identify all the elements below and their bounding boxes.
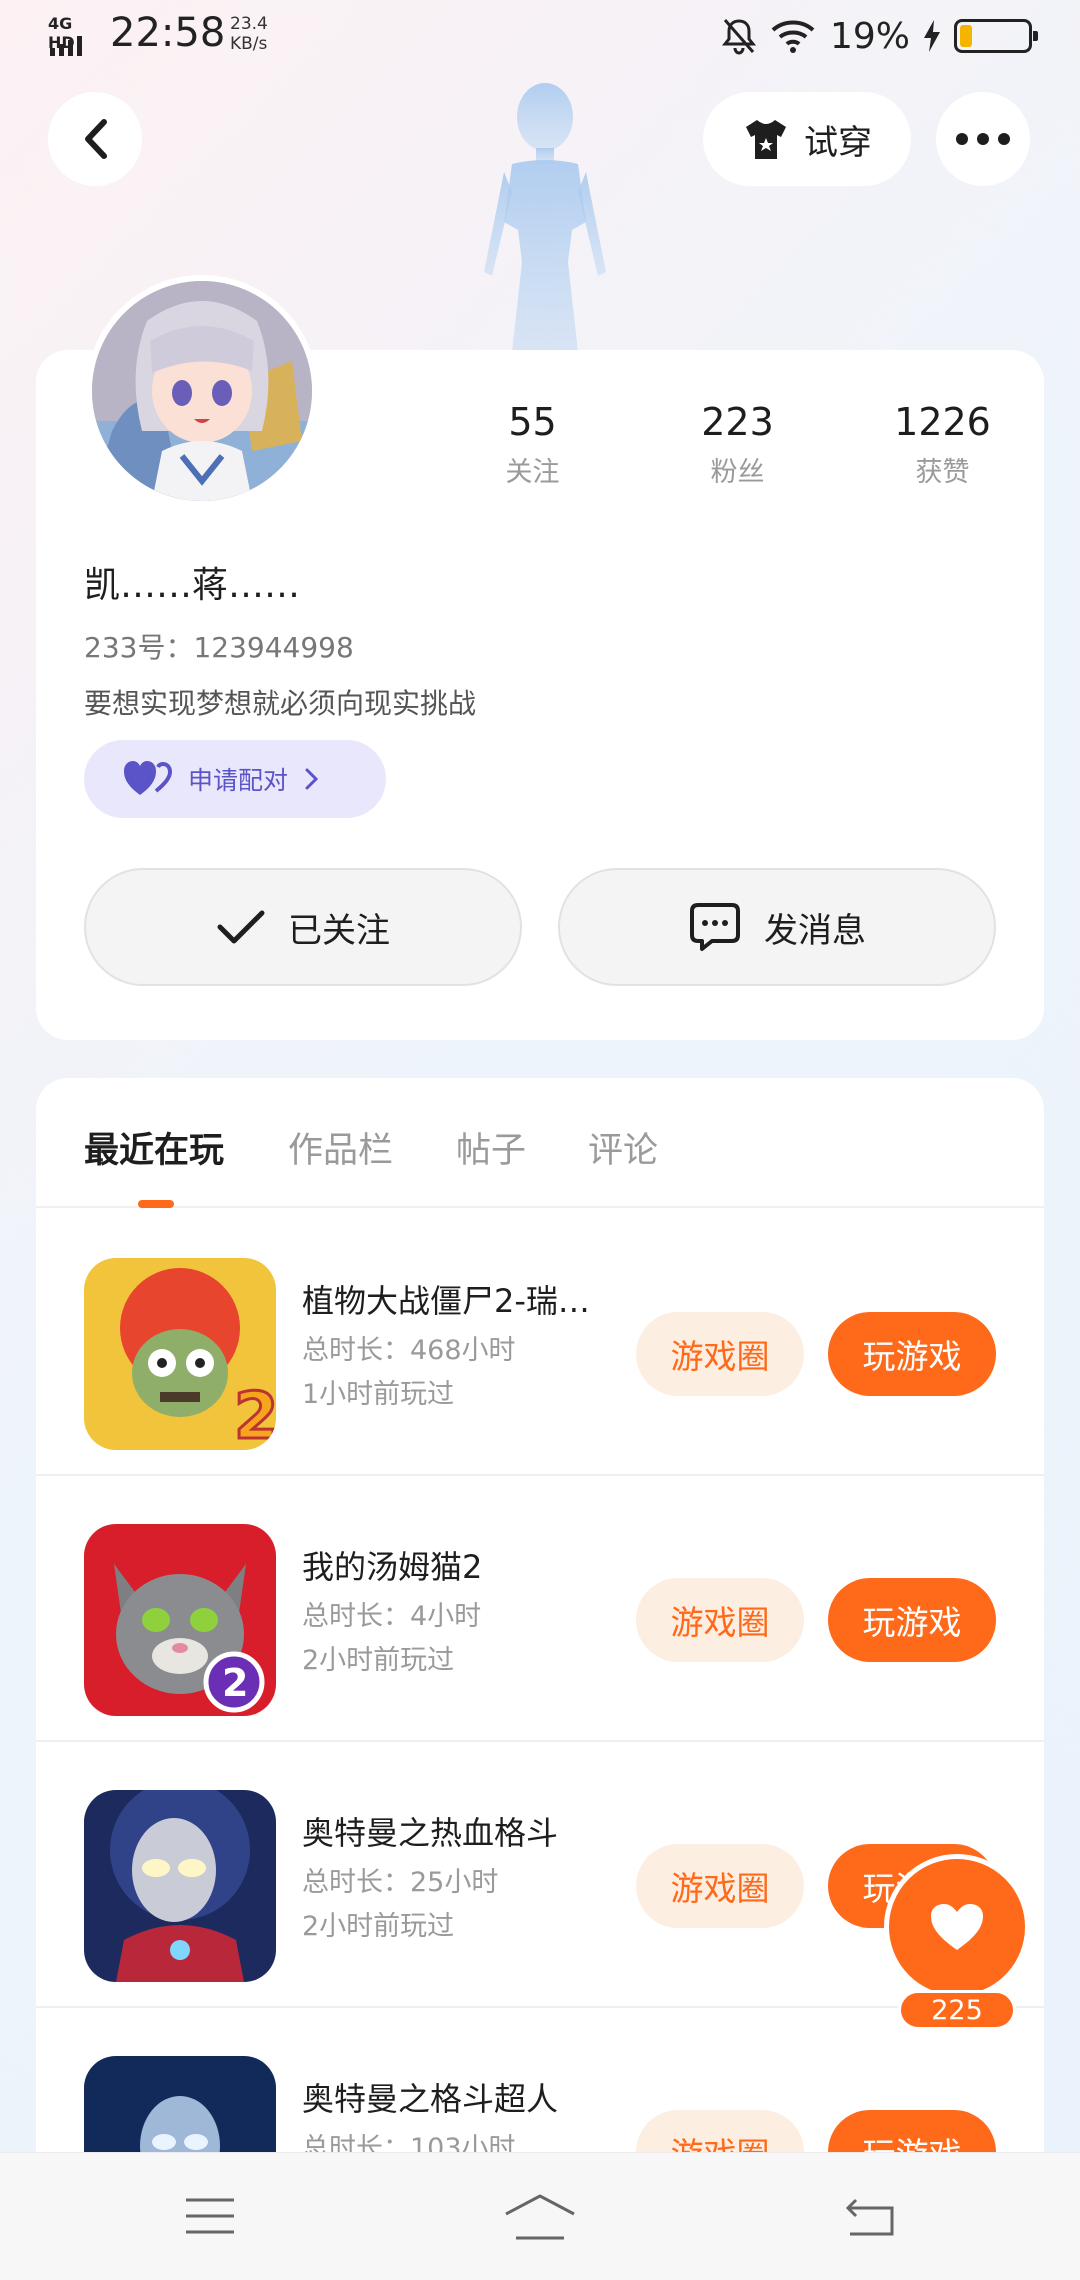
network-speed-value: 23.4 <box>230 14 268 34</box>
profile-stats: 55 关注 223 粉丝 1226 获赞 <box>430 400 1050 489</box>
game-last-played: 1小时前玩过 <box>302 1379 455 1410</box>
game-row[interactable]: 奥特曼之热血格斗 总时长：25小时 2小时前玩过 游戏圈 玩游戏 <box>36 1742 1044 2008</box>
more-options-button[interactable] <box>936 92 1030 186</box>
game-name: 奥特曼之格斗超人 <box>302 2080 559 2118</box>
following-button[interactable]: 已关注 <box>84 868 522 986</box>
game-duration: 总时长：468小时 <box>302 1335 516 1366</box>
battery-icon <box>954 19 1038 53</box>
game-icon-talking-tom-2[interactable]: 2 <box>84 1524 276 1716</box>
stat-following-value: 55 <box>508 400 557 444</box>
apply-match-label: 申请配对 <box>188 766 289 795</box>
home-nav-button[interactable] <box>500 2183 580 2249</box>
chevron-left-icon <box>85 119 107 159</box>
send-message-label: 发消息 <box>764 910 866 951</box>
game-circle-button[interactable]: 游戏圈 <box>636 1312 804 1396</box>
profile-bio: 要想实现梦想就必须向现实挑战 <box>84 687 477 720</box>
network-speed-unit: KB/s <box>230 34 268 54</box>
send-message-button[interactable]: 发消息 <box>558 868 996 986</box>
game-last-played: 2小时前玩过 <box>302 1911 455 1942</box>
game-circle-button[interactable]: 游戏圈 <box>636 1844 804 1928</box>
network-speed: 23.4 KB/s <box>230 14 268 54</box>
game-name: 我的汤姆猫2 <box>302 1548 483 1586</box>
profile-nickname: 凯……蒋…… <box>84 565 301 606</box>
menu-icon <box>186 2198 234 2234</box>
mute-bell-icon <box>721 19 756 55</box>
game-circle-button[interactable]: 游戏圈 <box>636 1578 804 1662</box>
pair-hearts-icon <box>124 761 172 795</box>
chevron-right-icon <box>305 768 319 790</box>
stat-likes[interactable]: 1226 获赞 <box>840 400 1045 489</box>
game-icon-image <box>84 1790 276 1982</box>
like-count: 225 <box>898 1990 1016 2030</box>
game-icon-image: 2 <box>84 1258 276 1450</box>
try-on-label: 试穿 <box>804 122 872 163</box>
game-icon-image: 2 <box>84 1524 276 1716</box>
stat-likes-value: 1226 <box>894 400 991 444</box>
profile-uid: 233号：123944998 <box>84 631 354 664</box>
stat-followers-value: 223 <box>701 400 774 444</box>
avatar-figure-image <box>484 83 606 352</box>
game-icon-pvz2[interactable]: 2 <box>84 1258 276 1450</box>
game-name: 植物大战僵尸2-瑞… <box>302 1282 590 1320</box>
game-row[interactable]: 2 植物大战僵尸2-瑞… 总时长：468小时 1小时前玩过 游戏圈 玩游戏 <box>36 1210 1044 1476</box>
game-icon-ultraman-fighting[interactable] <box>84 1790 276 1982</box>
stat-following-label: 关注 <box>505 457 560 488</box>
play-game-button[interactable]: 玩游戏 <box>828 1578 996 1662</box>
back-button[interactable] <box>48 92 142 186</box>
tab-comments[interactable]: 评论 <box>588 1122 658 1173</box>
avatar-image <box>92 281 312 501</box>
charging-icon <box>924 20 940 52</box>
clock: 22:58 <box>110 10 226 56</box>
return-icon <box>845 2198 894 2236</box>
tab-recently-played[interactable]: 最近在玩 <box>84 1122 224 1173</box>
heart-icon <box>931 1904 983 1950</box>
wifi-icon <box>771 20 815 53</box>
game-duration: 总时长：25小时 <box>302 1867 499 1898</box>
game-duration: 总时长：4小时 <box>302 1601 482 1632</box>
chat-bubble-icon <box>690 903 740 951</box>
menu-nav-button[interactable] <box>170 2183 250 2249</box>
battery-percent: 19% <box>829 15 910 57</box>
stat-followers[interactable]: 223 粉丝 <box>635 400 840 489</box>
tab-works[interactable]: 作品栏 <box>288 1122 393 1173</box>
tab-active-indicator <box>138 1200 174 1208</box>
system-navigation-bar <box>0 2152 1080 2280</box>
try-on-button[interactable]: 试穿 <box>703 92 911 186</box>
svg-text:2: 2 <box>234 1380 276 1450</box>
following-label: 已关注 <box>288 910 390 951</box>
tab-posts[interactable]: 帖子 <box>456 1122 526 1173</box>
status-right: 19% <box>721 14 1038 58</box>
status-bar: 4G HD 22:58 23.4 KB/s 19% <box>0 0 1080 70</box>
avatar[interactable] <box>86 275 318 507</box>
stat-likes-label: 获赞 <box>915 457 970 488</box>
signal-icon: 4G HD <box>48 14 98 56</box>
check-icon <box>217 910 265 944</box>
back-nav-button[interactable] <box>830 2183 910 2249</box>
play-game-button[interactable]: 玩游戏 <box>828 1312 996 1396</box>
home-icon <box>505 2194 575 2240</box>
svg-text:2: 2 <box>222 1661 248 1705</box>
like-button[interactable] <box>884 1854 1030 2000</box>
tshirt-icon <box>746 120 786 159</box>
game-last-played: 2小时前玩过 <box>302 1645 455 1676</box>
recent-games-card: 最近在玩 作品栏 帖子 评论 2 植物大战僵尸2-瑞… 总时长：468小时 1小… <box>36 1078 1044 2280</box>
profile-tabs: 最近在玩 作品栏 帖子 评论 <box>36 1078 1044 1208</box>
stat-following[interactable]: 55 关注 <box>430 400 635 489</box>
apply-match-button[interactable]: 申请配对 <box>84 740 386 818</box>
game-row[interactable]: 2 我的汤姆猫2 总时长：4小时 2小时前玩过 游戏圈 玩游戏 <box>36 1476 1044 1742</box>
game-name: 奥特曼之热血格斗 <box>302 1814 559 1852</box>
stat-followers-label: 粉丝 <box>710 457 765 488</box>
more-dots-icon <box>956 133 1010 145</box>
